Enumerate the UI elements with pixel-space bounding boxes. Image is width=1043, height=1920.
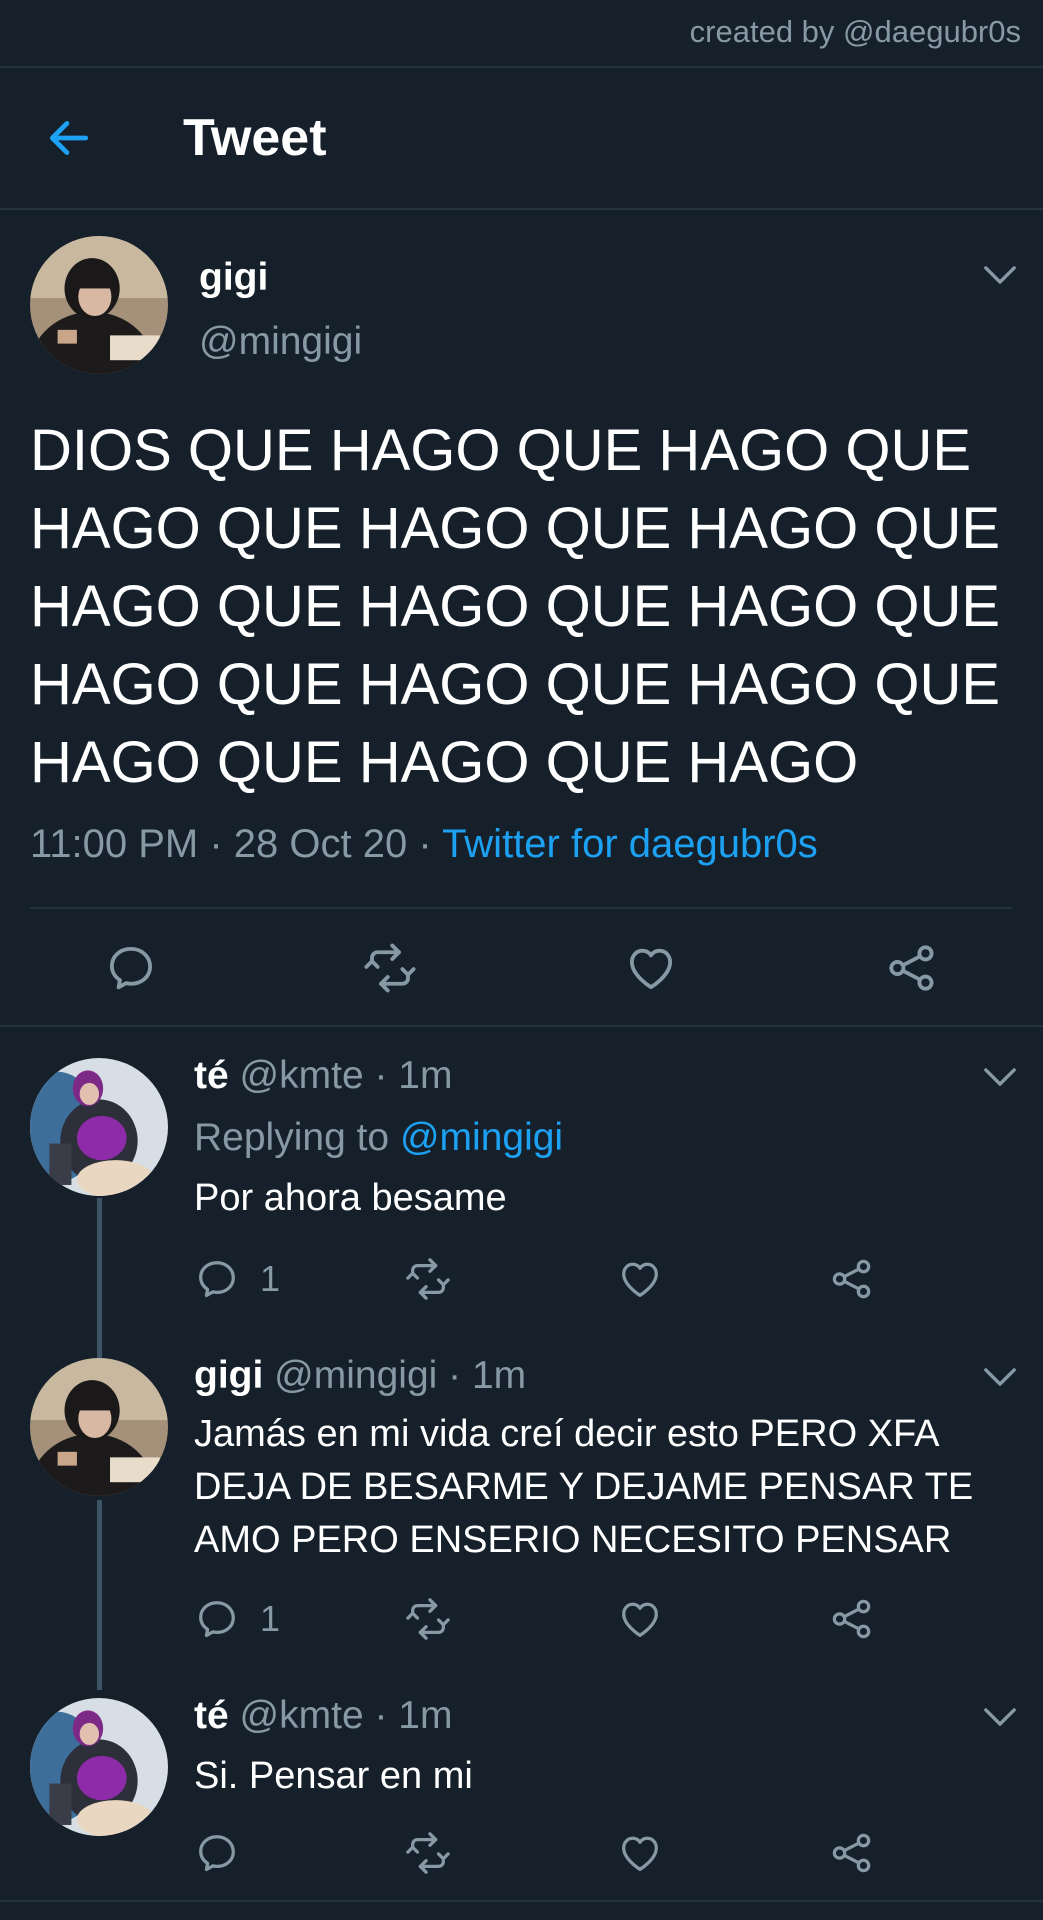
- reply-header: té @kmte · 1m: [194, 1694, 452, 1738]
- reply-icon[interactable]: [194, 1830, 240, 1876]
- reply-header: gigi @mingigi · 1m: [194, 1354, 526, 1398]
- avatar[interactable]: [30, 236, 168, 374]
- author-handle[interactable]: @mingigi: [199, 320, 362, 364]
- reply-header: té @kmte · 1m: [194, 1054, 452, 1098]
- reply-icon[interactable]: [104, 941, 158, 995]
- author-name[interactable]: té: [194, 1054, 229, 1097]
- reply-count: 1: [260, 1258, 281, 1299]
- divider: [30, 907, 1012, 909]
- top-bar: Tweet: [0, 68, 1043, 208]
- author-name[interactable]: gigi: [194, 1354, 263, 1397]
- retweet-icon[interactable]: [405, 1256, 451, 1302]
- share-icon[interactable]: [885, 941, 939, 995]
- replying-to-label: Replying to: [194, 1116, 400, 1159]
- tweet-text: Por ahora besame: [194, 1177, 507, 1219]
- author-name[interactable]: té: [194, 1694, 229, 1737]
- tweet-actions: [0, 935, 1043, 997]
- author-handle[interactable]: @kmte · 1m: [240, 1694, 453, 1737]
- back-arrow-icon[interactable]: [44, 113, 94, 163]
- mention-link[interactable]: @mingigi: [400, 1116, 563, 1159]
- divider: [0, 1900, 1043, 1902]
- retweet-icon[interactable]: [363, 941, 417, 995]
- like-icon[interactable]: [617, 1596, 663, 1642]
- divider: [0, 1025, 1043, 1027]
- avatar[interactable]: [30, 1358, 168, 1496]
- avatar[interactable]: [30, 1058, 168, 1196]
- chevron-down-icon[interactable]: [983, 1366, 1017, 1388]
- creator-credit: created by @daegubr0s: [689, 14, 1021, 49]
- tweet-source-link[interactable]: Twitter for daegubr0s: [442, 822, 818, 866]
- reply-icon[interactable]: [194, 1596, 240, 1642]
- divider: [0, 208, 1043, 210]
- author-handle[interactable]: @mingigi · 1m: [274, 1354, 526, 1397]
- share-icon[interactable]: [829, 1830, 875, 1876]
- page-title: Tweet: [183, 109, 327, 167]
- retweet-icon[interactable]: [405, 1830, 451, 1876]
- avatar[interactable]: [30, 1698, 168, 1836]
- like-icon[interactable]: [624, 941, 678, 995]
- author-handle[interactable]: @kmte · 1m: [240, 1054, 453, 1097]
- tweet-text: Jamás en mi vida creí decir esto PERO XF…: [194, 1413, 974, 1561]
- thread-connector: [97, 1500, 102, 1690]
- chevron-down-icon[interactable]: [983, 264, 1017, 286]
- reply-count: 1: [260, 1598, 281, 1639]
- like-icon[interactable]: [617, 1256, 663, 1302]
- tweet-text: Si. Pensar en mi: [194, 1755, 473, 1797]
- chevron-down-icon[interactable]: [983, 1066, 1017, 1088]
- tweet-timestamp: 11:00 PM · 28 Oct 20 ·: [30, 822, 443, 866]
- tweet-text: DIOS QUE HAGO QUE HAGO QUE HAGO QUE HAGO…: [30, 418, 1001, 795]
- share-icon[interactable]: [829, 1256, 875, 1302]
- replying-to: Replying to @mingigi: [194, 1116, 563, 1160]
- reply-icon[interactable]: [194, 1256, 240, 1302]
- author-name[interactable]: gigi: [199, 256, 268, 300]
- chevron-down-icon[interactable]: [983, 1706, 1017, 1728]
- retweet-icon[interactable]: [405, 1596, 451, 1642]
- like-icon[interactable]: [617, 1830, 663, 1876]
- thread-connector: [97, 1198, 102, 1358]
- share-icon[interactable]: [829, 1596, 875, 1642]
- tweet-meta: 11:00 PM · 28 Oct 20 · Twitter for daegu…: [30, 822, 818, 867]
